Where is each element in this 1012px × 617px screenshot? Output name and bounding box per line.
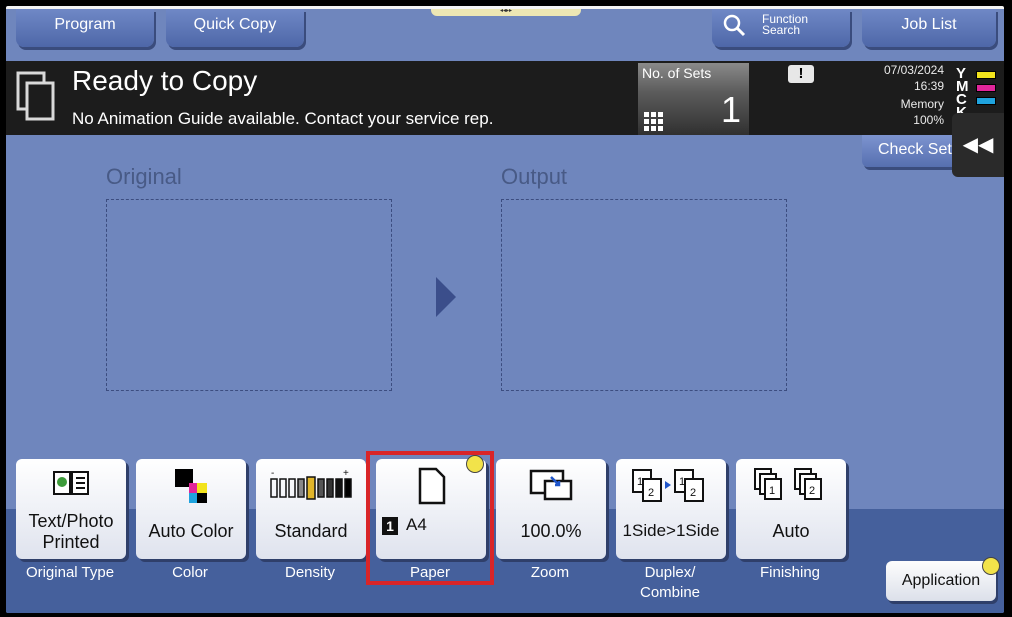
toner-bar-y: [976, 71, 996, 79]
copy-icon: [16, 71, 56, 128]
sets-value: 1: [720, 89, 741, 130]
color-label: Color: [172, 564, 208, 581]
keypad-icon: [643, 111, 665, 138]
density-scale-icon: - +: [256, 467, 366, 506]
finishing-key[interactable]: 1 2 Auto: [736, 459, 846, 559]
svg-text:1: 1: [769, 485, 775, 497]
search-icon: [722, 13, 746, 49]
zoom-label: Zoom: [530, 564, 570, 581]
control-panel: Program Quick Copy ◂◂▸▸ Function Search …: [6, 6, 1004, 613]
panel-grip-handle[interactable]: ◂◂▸▸: [431, 9, 581, 16]
duplex-key[interactable]: 1 2 1 2 1Side>1Side: [616, 459, 726, 559]
toner-bar-m: [976, 84, 996, 92]
function-search-button[interactable]: Function Search: [712, 9, 850, 47]
svg-text:2: 2: [690, 487, 696, 499]
original-title: Original: [106, 164, 182, 189]
toner-bar-c: [976, 97, 996, 105]
zoom-key[interactable]: 100.0%: [496, 459, 606, 559]
memory-label: Memory: [900, 97, 944, 111]
finishing-value: Auto: [772, 521, 810, 541]
duplex-icon: 1 2 1 2: [616, 467, 726, 508]
job-list-button[interactable]: Job List: [862, 9, 996, 47]
memory-value: 100%: [913, 113, 944, 127]
duplex-label-1: Duplex/: [644, 564, 696, 581]
svg-text:2: 2: [648, 487, 654, 499]
svg-text:1: 1: [637, 476, 643, 488]
right-arrow-icon: [436, 277, 456, 317]
status-title: Ready to Copy: [72, 65, 258, 96]
output-title: Output: [501, 164, 568, 189]
application-button[interactable]: Application: [886, 557, 1000, 601]
finishing-label: Finishing: [759, 564, 821, 581]
duplex-value: 1Side>1Side: [622, 521, 720, 540]
double-left-arrow-icon: ◀◀: [962, 134, 994, 156]
status-bar: Ready to Copy No Animation Guide availab…: [6, 61, 1004, 135]
copy-screen: Program Quick Copy ◂◂▸▸ Function Search …: [0, 0, 1012, 617]
svg-text:+: +: [343, 468, 349, 479]
density-key[interactable]: - + Standard: [256, 459, 366, 559]
svg-text:-: -: [271, 468, 274, 479]
date-text: 07/03/2024: [883, 63, 944, 77]
time-text: 16:39: [913, 79, 944, 93]
status-message: No Animation Guide available. Contact yo…: [72, 109, 494, 128]
zoom-icon: [496, 467, 606, 508]
density-label: Density: [284, 564, 336, 581]
original-type-value-1: Text/Photo: [28, 511, 114, 531]
zoom-value: 100.0%: [520, 521, 582, 541]
color-value: Auto Color: [148, 521, 234, 541]
output-preview-area: [501, 199, 787, 391]
warning-icon[interactable]: !: [788, 65, 814, 83]
program-button[interactable]: Program: [16, 9, 154, 47]
sets-label: No. of Sets: [642, 65, 712, 81]
svg-text:2: 2: [809, 485, 815, 497]
original-type-key[interactable]: Text/Photo Printed: [16, 459, 126, 559]
finishing-icon: 1 2: [736, 467, 846, 508]
duplex-label-2: Combine: [639, 584, 701, 601]
function-search-label-2: Search: [762, 23, 801, 37]
application-label: Application: [901, 572, 981, 589]
svg-text:1: 1: [679, 476, 685, 488]
collapse-panel-button[interactable]: ◀◀: [952, 113, 1004, 177]
book-icon: [16, 467, 126, 504]
number-of-sets-display[interactable]: No. of Sets 1: [638, 63, 749, 135]
color-key[interactable]: Auto Color: [136, 459, 246, 559]
duplex-label: Duplex/ Combine: [608, 563, 732, 603]
original-preview-area: [106, 199, 392, 391]
paper-selection-highlight: [366, 451, 494, 585]
indicator-dot-icon: [982, 557, 1000, 575]
color-squares-icon: [136, 467, 246, 512]
original-type-label: Original Type: [25, 564, 115, 581]
original-type-value-2: Printed: [42, 532, 100, 552]
density-value: Standard: [274, 521, 348, 541]
quick-copy-button[interactable]: Quick Copy: [166, 9, 304, 47]
